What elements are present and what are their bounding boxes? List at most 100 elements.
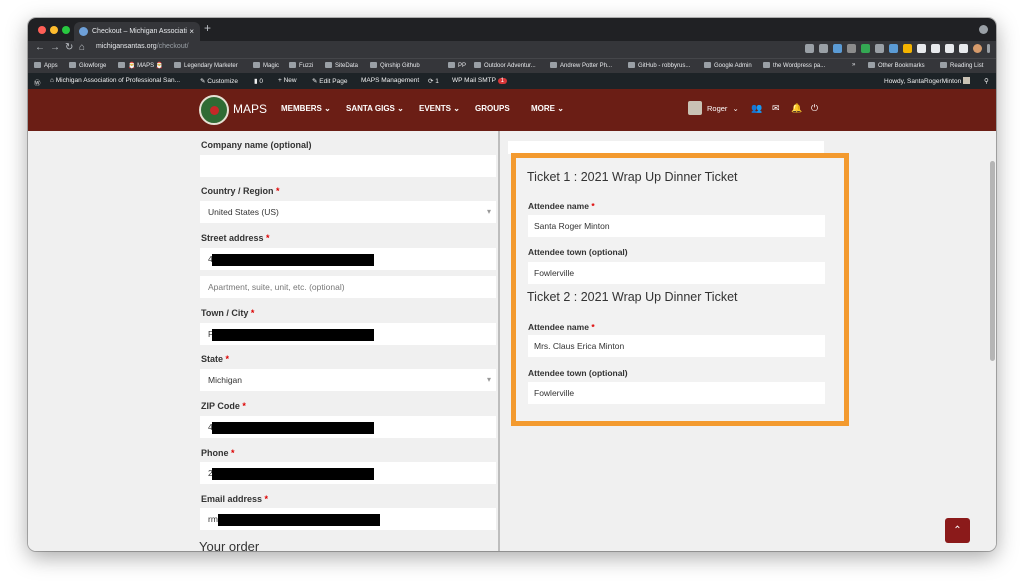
updates-link[interactable]: ⟳ 1: [428, 77, 439, 85]
profile-menu-icon[interactable]: [979, 25, 988, 34]
minimize-window-icon[interactable]: [50, 26, 58, 34]
street-input[interactable]: 4: [200, 248, 496, 270]
nav-members[interactable]: MEMBERS ⌄: [281, 104, 331, 113]
zip-label-text: ZIP Code: [201, 401, 240, 411]
site-name[interactable]: ⌂ Michigan Association of Professional S…: [50, 77, 180, 84]
back-icon[interactable]: ←: [35, 42, 45, 53]
reading-list[interactable]: Reading List: [940, 62, 983, 69]
bookmark-item[interactable]: Andrew Potter Ph...: [550, 62, 612, 69]
extension-icon[interactable]: [875, 44, 884, 53]
active-tab[interactable]: Checkout – Michigan Associati ×: [74, 22, 200, 41]
ticket-1-town-input[interactable]: Fowlerville: [528, 262, 825, 284]
extension-icon[interactable]: [945, 44, 954, 53]
share-icon[interactable]: [805, 44, 814, 53]
maps-management-link[interactable]: MAPS Management: [361, 77, 419, 84]
bookmark-item[interactable]: SiteData: [325, 62, 358, 69]
new-tab-button[interactable]: +: [204, 21, 211, 35]
required-mark: *: [266, 233, 270, 243]
bookmark-item[interactable]: GitHub - robbyrus...: [628, 62, 690, 69]
bookmark-item[interactable]: Google Admin: [704, 62, 752, 69]
bookmark-item[interactable]: Glowforge: [69, 62, 106, 69]
extension-icon[interactable]: [833, 44, 842, 53]
wordpress-logo-icon[interactable]: Ⓦ: [34, 77, 41, 87]
extension-icon[interactable]: [861, 44, 870, 53]
bookmark-item[interactable]: the Wordpress pa...: [763, 62, 825, 69]
extension-icon[interactable]: [847, 44, 856, 53]
company-input[interactable]: [200, 155, 496, 177]
customize-link[interactable]: ✎ Customize: [200, 77, 238, 85]
required-mark: *: [591, 322, 595, 332]
zip-input[interactable]: 4: [200, 416, 496, 438]
ticket-1-name-label: Attendee name *: [528, 201, 595, 211]
bookmark-item[interactable]: PP: [448, 62, 466, 69]
extension-icon[interactable]: [931, 44, 940, 53]
friends-icon[interactable]: 👥: [751, 103, 762, 114]
email-input[interactable]: rm: [200, 508, 496, 530]
bookmark-item[interactable]: Fuzzi: [289, 62, 313, 69]
extension-icon[interactable]: [903, 44, 912, 53]
wp-mail-smtp-link[interactable]: WP Mail SMTP 1: [452, 77, 507, 84]
required-mark: *: [242, 401, 246, 411]
tab-title: Checkout – Michigan Associati: [92, 28, 187, 35]
maps-logo[interactable]: [199, 95, 229, 125]
address-bar: ← → ↻ ⌂ michigansantas.org/checkout/: [28, 41, 996, 58]
ticket-2-name-input[interactable]: Mrs. Claus Erica Minton: [528, 335, 825, 357]
account-avatar: [963, 77, 971, 84]
howdy-account-menu[interactable]: Howdy, SantaRogerMinton: [884, 77, 971, 85]
ticket-1-town-label: Attendee town (optional): [528, 247, 628, 257]
nav-groups[interactable]: GROUPS: [475, 104, 510, 113]
phone-input[interactable]: 2: [200, 462, 496, 484]
bookmark-item[interactable]: Apps: [34, 62, 58, 69]
url-field[interactable]: michigansantas.org/checkout/: [96, 43, 189, 50]
comments-count: 0: [259, 78, 264, 85]
bookmark-item[interactable]: Magic: [253, 62, 279, 69]
phone-label: Phone *: [201, 448, 235, 458]
other-bookmarks[interactable]: Other Bookmarks: [868, 62, 925, 69]
forward-icon[interactable]: →: [50, 42, 60, 53]
logout-icon[interactable]: ⏻: [811, 103, 818, 114]
extension-icon[interactable]: [889, 44, 898, 53]
nav-santa-gigs[interactable]: SANTA GIGS ⌄: [346, 104, 404, 113]
puzzle-icon[interactable]: [959, 44, 968, 53]
brand-name[interactable]: MAPS: [233, 102, 267, 116]
country-select[interactable]: United States (US): [200, 201, 496, 223]
phone-label-text: Phone: [201, 448, 229, 458]
ticket-2-town-input[interactable]: Fowlerville: [528, 382, 825, 404]
maximize-window-icon[interactable]: [62, 26, 70, 34]
ticket-1-name-input[interactable]: Santa Roger Minton: [528, 215, 825, 237]
messages-icon[interactable]: ✉: [772, 103, 780, 114]
search-icon[interactable]: ⚲: [984, 77, 989, 85]
column-divider: [498, 131, 500, 551]
profile-avatar-icon[interactable]: [973, 44, 982, 53]
chevron-up-icon: ⌃: [953, 525, 962, 536]
street-label: Street address *: [201, 233, 270, 243]
wp-admin-bar: Ⓦ ⌂ Michigan Association of Professional…: [28, 73, 996, 89]
user-menu[interactable]: Roger ⌄: [688, 101, 739, 115]
street2-input[interactable]: Apartment, suite, unit, etc. (optional): [200, 276, 496, 298]
close-window-icon[interactable]: [38, 26, 46, 34]
bookmark-star-icon[interactable]: [819, 44, 828, 53]
nav-more[interactable]: MORE ⌄: [531, 104, 564, 113]
state-select[interactable]: Michigan: [200, 369, 496, 391]
notifications-icon[interactable]: 🔔: [791, 103, 802, 114]
nav-events[interactable]: EVENTS ⌄: [419, 104, 460, 113]
country-label: Country / Region *: [201, 186, 280, 196]
more-bookmarks-button[interactable]: »: [852, 62, 855, 68]
comments-link[interactable]: ▮ 0: [254, 77, 263, 85]
kebab-menu-icon[interactable]: [987, 44, 990, 53]
bookmark-item[interactable]: Legendary Marketer: [174, 62, 238, 69]
new-content-link[interactable]: + New: [278, 77, 297, 84]
extension-icon[interactable]: [917, 44, 926, 53]
home-icon[interactable]: ⌂: [79, 42, 85, 53]
reload-icon[interactable]: ↻: [65, 42, 73, 53]
close-tab-icon[interactable]: ×: [189, 22, 194, 41]
smtp-badge: 1: [497, 78, 507, 84]
town-input[interactable]: F: [200, 323, 496, 345]
edit-page-label: Edit Page: [319, 78, 348, 85]
edit-page-link[interactable]: ✎ Edit Page: [312, 77, 347, 85]
page-scrollbar[interactable]: [990, 161, 995, 361]
bookmark-item[interactable]: Qinship Github: [370, 62, 420, 69]
scroll-to-top-button[interactable]: ⌃: [945, 518, 970, 543]
bookmark-item[interactable]: Outdoor Adventur...: [474, 62, 536, 69]
bookmark-item[interactable]: 🎅 MAPS 🎅: [118, 62, 163, 69]
